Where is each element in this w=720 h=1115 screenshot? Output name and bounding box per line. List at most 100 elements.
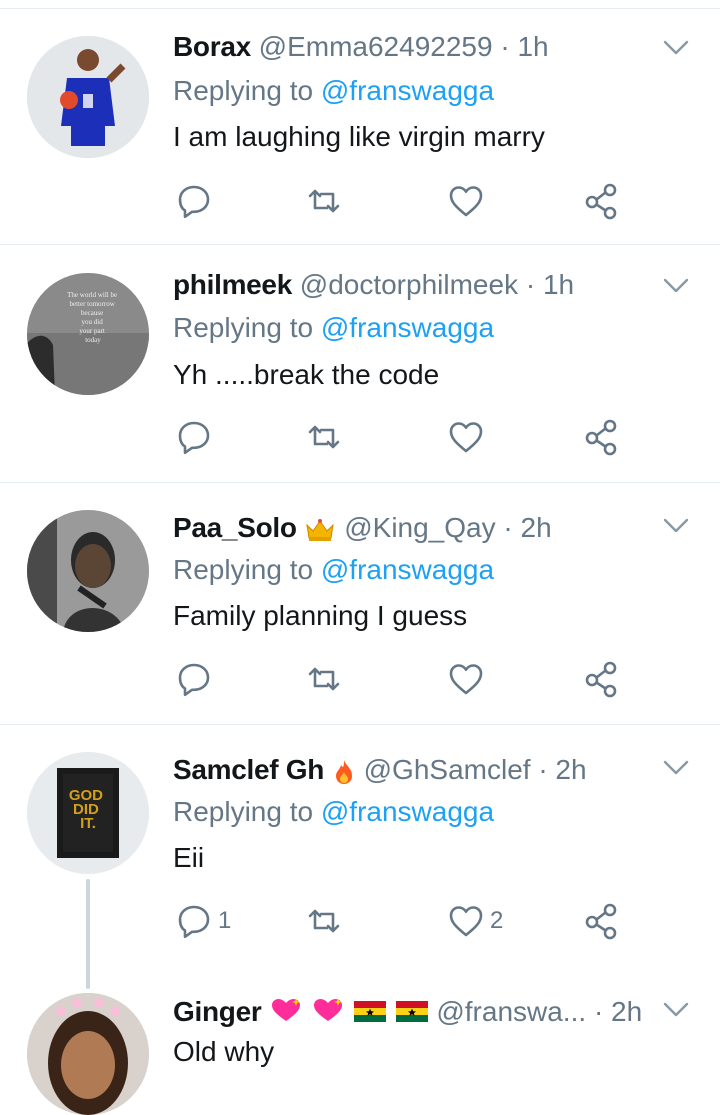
like-button[interactable] bbox=[446, 657, 486, 701]
chevron-down-icon[interactable] bbox=[662, 1000, 690, 1020]
like-button[interactable]: 2 bbox=[446, 899, 503, 943]
reply-icon bbox=[178, 421, 210, 455]
timestamp[interactable]: · 1h bbox=[500, 31, 548, 62]
timestamp[interactable]: · 2h bbox=[538, 754, 586, 785]
crown-emoji bbox=[306, 518, 335, 541]
display-name[interactable]: Paa_Solo bbox=[173, 512, 297, 543]
display-name[interactable]: philmeek bbox=[173, 269, 292, 300]
share-icon bbox=[585, 903, 617, 940]
tweet-header: Samclef Gh @GhSamclef · 2h bbox=[173, 750, 587, 790]
reply-icon bbox=[178, 905, 210, 939]
tweet-header: Paa_Solo @King_Qay · 2h bbox=[173, 508, 552, 548]
retweet-icon bbox=[308, 667, 340, 691]
tweet-text: Family planning I guess bbox=[173, 600, 468, 631]
tweet-text: Old why bbox=[173, 1036, 275, 1067]
ghana-flag-emoji bbox=[353, 1000, 386, 1022]
like-icon bbox=[449, 664, 483, 695]
reply-button[interactable]: 1 bbox=[174, 899, 231, 943]
replying-to: Replying to @franswagga bbox=[173, 792, 494, 832]
top-divider bbox=[0, 8, 720, 9]
tweet-header: philmeek @doctorphilmeek · 1h bbox=[173, 265, 574, 305]
chevron-down-icon[interactable] bbox=[662, 516, 690, 536]
thread-connector bbox=[86, 879, 90, 989]
action-bar bbox=[170, 415, 640, 459]
chevron-down-icon[interactable] bbox=[662, 276, 690, 296]
share-button[interactable] bbox=[582, 179, 622, 223]
tweet-header: Borax @Emma62492259 · 1h bbox=[173, 27, 549, 67]
replying-to: Replying to @franswagga bbox=[173, 550, 494, 590]
replying-to: Replying to @franswagga bbox=[173, 308, 494, 348]
divider bbox=[0, 724, 720, 725]
avatar-image: The world will be better tomorrow becaus… bbox=[27, 273, 149, 395]
retweet-button[interactable] bbox=[304, 657, 344, 701]
user-handle[interactable]: @GhSamclef bbox=[364, 754, 531, 785]
like-icon bbox=[449, 906, 483, 937]
reply-icon bbox=[178, 185, 210, 219]
sparkling-heart-emoji bbox=[314, 997, 342, 1021]
like-icon bbox=[449, 186, 483, 217]
mention-link[interactable]: @franswagga bbox=[321, 312, 494, 343]
divider bbox=[0, 482, 720, 483]
avatar[interactable] bbox=[27, 510, 149, 632]
action-bar bbox=[170, 657, 640, 701]
reply-icon bbox=[178, 663, 210, 697]
chevron-down-icon[interactable] bbox=[662, 758, 690, 778]
retweet-button[interactable] bbox=[304, 179, 344, 223]
user-handle[interactable]: @King_Qay bbox=[344, 512, 495, 543]
reply-count: 1 bbox=[218, 907, 232, 934]
action-bar bbox=[170, 179, 640, 223]
timestamp[interactable]: · 1h bbox=[526, 269, 574, 300]
retweet-icon bbox=[308, 425, 340, 449]
replying-prefix: Replying to bbox=[173, 796, 314, 827]
retweet-icon bbox=[308, 909, 340, 933]
like-button[interactable] bbox=[446, 179, 486, 223]
share-button[interactable] bbox=[582, 657, 622, 701]
tweet-text: I am laughing like virgin marry bbox=[173, 121, 545, 152]
avatar-image: GOD DID IT. bbox=[27, 752, 149, 874]
display-name[interactable]: Borax bbox=[173, 31, 251, 62]
share-icon bbox=[585, 419, 617, 456]
share-button[interactable] bbox=[582, 415, 622, 459]
avatar[interactable]: The world will be better tomorrow becaus… bbox=[27, 273, 149, 395]
display-name[interactable]: Samclef Gh bbox=[173, 754, 324, 785]
mention-link[interactable]: @franswagga bbox=[321, 75, 494, 106]
tweet-header: Ginger @franswa... · 2h bbox=[173, 992, 642, 1032]
avatar[interactable]: GOD DID IT. bbox=[27, 752, 149, 874]
avatar-image bbox=[27, 993, 149, 1115]
share-icon bbox=[585, 661, 617, 698]
replying-to: Replying to @franswagga bbox=[173, 71, 494, 111]
user-handle[interactable]: @Emma62492259 bbox=[259, 31, 493, 62]
replying-prefix: Replying to bbox=[173, 312, 314, 343]
timestamp[interactable]: · 2h bbox=[503, 512, 551, 543]
avatar[interactable] bbox=[27, 36, 149, 158]
share-button[interactable] bbox=[582, 899, 622, 943]
mention-link[interactable]: @franswagga bbox=[321, 796, 494, 827]
display-name[interactable]: Ginger bbox=[173, 996, 262, 1027]
retweet-icon bbox=[308, 189, 340, 213]
retweet-button[interactable] bbox=[304, 899, 344, 943]
sparkling-heart-emoji bbox=[272, 997, 301, 1021]
chevron-down-icon[interactable] bbox=[662, 38, 690, 58]
avatar-image bbox=[27, 36, 149, 158]
replying-prefix: Replying to bbox=[173, 75, 314, 106]
mention-link[interactable]: @franswagga bbox=[321, 554, 494, 585]
replying-prefix: Replying to bbox=[173, 554, 314, 585]
like-count: 2 bbox=[490, 907, 504, 934]
user-handle[interactable]: @franswa... bbox=[436, 996, 586, 1027]
reply-button[interactable] bbox=[174, 415, 214, 459]
user-handle[interactable]: @doctorphilmeek bbox=[300, 269, 518, 300]
avatar[interactable] bbox=[27, 993, 149, 1115]
reply-button[interactable] bbox=[174, 179, 214, 223]
hearts-and-ghana-flags bbox=[269, 994, 428, 1034]
tweet-text: Yh .....break the code bbox=[173, 359, 440, 390]
like-button[interactable] bbox=[446, 415, 486, 459]
reply-button[interactable] bbox=[174, 657, 214, 701]
tweet-text: Eii bbox=[173, 842, 205, 873]
fire-emoji bbox=[335, 759, 352, 784]
ghana-flag-emoji bbox=[395, 1000, 428, 1022]
share-icon bbox=[585, 183, 617, 220]
avatar-image bbox=[27, 510, 149, 632]
timestamp[interactable]: · 2h bbox=[594, 996, 642, 1027]
retweet-button[interactable] bbox=[304, 415, 344, 459]
like-icon bbox=[449, 422, 483, 453]
